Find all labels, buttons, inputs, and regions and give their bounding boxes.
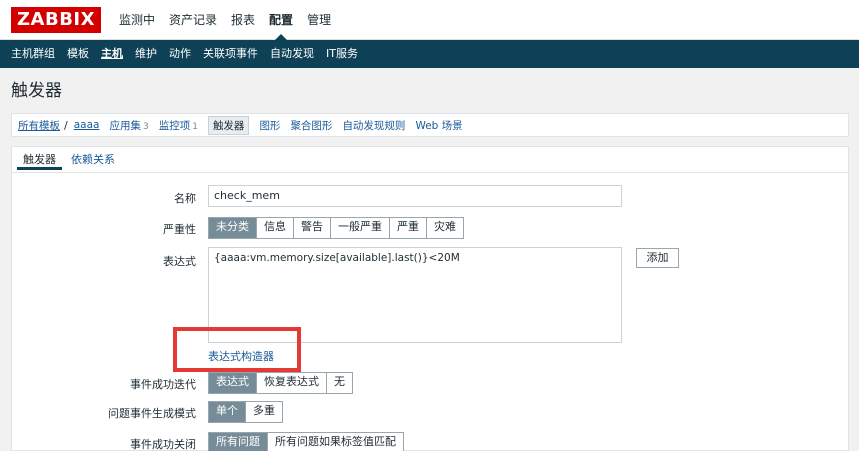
page-title: 触发器: [11, 81, 62, 101]
discovery-rules-link[interactable]: 自动发现规则: [342, 118, 405, 133]
sub-menu-hosts[interactable]: 主机: [95, 40, 129, 68]
applications-link[interactable]: 应用集 3: [109, 118, 148, 133]
severity-disaster[interactable]: 灾难: [427, 218, 463, 238]
severity-not-classified[interactable]: 未分类: [209, 218, 257, 238]
ok-event-closes-label: 事件成功关闭: [130, 438, 196, 451]
expression-label: 表达式: [163, 255, 196, 268]
severity-selector: 未分类 信息 警告 一般严重 严重 灾难: [208, 217, 464, 239]
problem-mode-label: 问题事件生成模式: [108, 407, 196, 420]
tab-trigger[interactable]: 触发器: [17, 151, 62, 170]
expression-constructor-link[interactable]: 表达式构造器: [208, 348, 274, 364]
host-link[interactable]: aaaa: [74, 119, 100, 131]
host-navigation: 所有模板 / aaaa 应用集 3 监控项 1 触发器 图形 聚合图形 自动发现规则…: [11, 113, 849, 137]
severity-warning[interactable]: 警告: [294, 218, 331, 238]
add-expression-button[interactable]: 添加: [636, 248, 679, 268]
top-menu-monitoring[interactable]: 监测中: [112, 0, 162, 40]
ok-event-generation-label: 事件成功迭代: [130, 378, 196, 391]
top-menu-configuration[interactable]: 配置: [262, 0, 300, 40]
sub-menu: 主机群组 模板 主机 维护 动作 关联项事件 自动发现 IT服务: [0, 40, 859, 68]
ok-event-none[interactable]: 无: [327, 373, 352, 393]
sub-menu-maintenance[interactable]: 维护: [129, 40, 163, 68]
top-menu: 监测中 资产记录 报表 配置 管理: [112, 0, 338, 40]
ok-event-recovery-expression[interactable]: 恢复表达式: [257, 373, 327, 393]
items-link[interactable]: 监控项 1: [159, 118, 198, 133]
items-label: 监控项: [158, 119, 191, 132]
triggers-link[interactable]: 触发器: [207, 115, 250, 135]
items-count: 1: [192, 121, 198, 132]
web-scenarios-link[interactable]: Web 场景: [415, 118, 462, 133]
screens-link[interactable]: 聚合图形: [290, 118, 332, 133]
ok-close-all-problems[interactable]: 所有问题: [209, 433, 268, 451]
sub-menu-it-services[interactable]: IT服务: [320, 40, 364, 68]
sub-menu-host-groups[interactable]: 主机群组: [5, 40, 61, 68]
problem-mode-single[interactable]: 单个: [209, 402, 246, 422]
ok-event-closes-selector: 所有问题 所有问题如果标签值匹配: [208, 432, 404, 451]
breadcrumb-separator: /: [64, 118, 68, 132]
top-menu-reports[interactable]: 报表: [224, 0, 262, 40]
all-templates-link[interactable]: 所有模板: [18, 118, 60, 133]
sub-menu-templates[interactable]: 模板: [61, 40, 95, 68]
graphs-link[interactable]: 图形: [259, 118, 280, 133]
top-menu-inventory[interactable]: 资产记录: [162, 0, 224, 40]
expression-textarea[interactable]: {aaaa:vm.memory.size[available].last()}<…: [208, 247, 622, 343]
zabbix-logo[interactable]: ZABBIX: [11, 7, 101, 33]
ok-event-generation-selector: 表达式 恢复表达式 无: [208, 372, 353, 394]
name-field[interactable]: check_mem: [208, 185, 622, 207]
form-tabs: 触发器 依赖关系: [12, 147, 848, 173]
ok-event-expression[interactable]: 表达式: [209, 373, 257, 393]
severity-high[interactable]: 严重: [390, 218, 427, 238]
ok-close-tag-match[interactable]: 所有问题如果标签值匹配: [268, 433, 403, 451]
sub-menu-actions[interactable]: 动作: [163, 40, 197, 68]
problem-mode-selector: 单个 多重: [208, 401, 283, 423]
top-menu-administration[interactable]: 管理: [300, 0, 338, 40]
tab-dependencies[interactable]: 依赖关系: [71, 151, 115, 167]
severity-information[interactable]: 信息: [257, 218, 294, 238]
trigger-form: 触发器 依赖关系 名称 check_mem 严重性 未分类 信息 警告 一般严重…: [11, 146, 849, 451]
sub-menu-discovery[interactable]: 自动发现: [264, 40, 320, 68]
severity-label: 严重性: [163, 223, 196, 236]
applications-label: 应用集: [109, 119, 141, 132]
problem-mode-multiple[interactable]: 多重: [246, 402, 282, 422]
name-label: 名称: [174, 192, 196, 205]
applications-count: 3: [142, 121, 149, 132]
sub-menu-correlation[interactable]: 关联项事件: [197, 40, 264, 68]
top-bar: ZABBIX 监测中 资产记录 报表 配置 管理: [0, 0, 859, 40]
severity-average[interactable]: 一般严重: [331, 218, 390, 238]
